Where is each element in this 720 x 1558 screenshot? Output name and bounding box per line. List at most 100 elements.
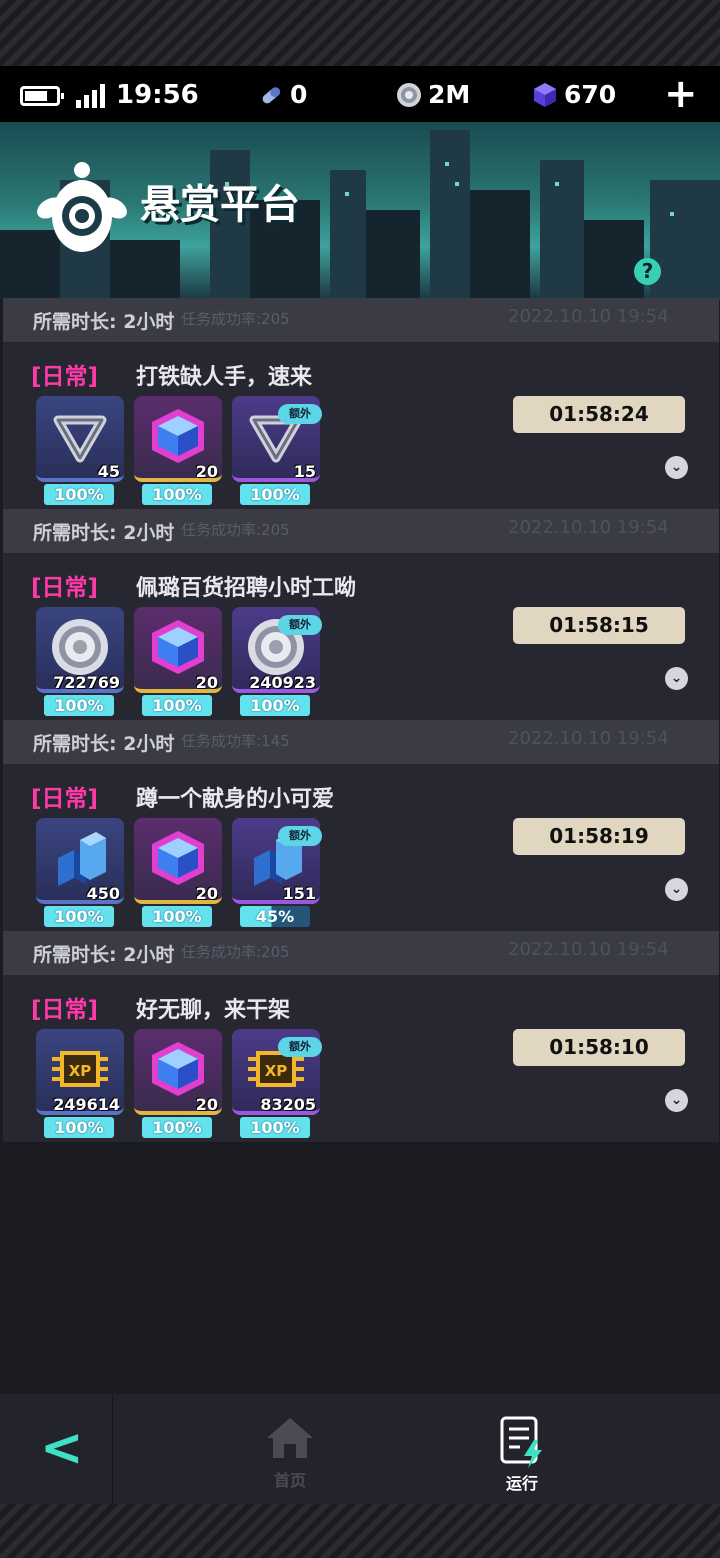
- extra-badge: 额外: [278, 615, 322, 635]
- reward-chance: 100%: [142, 695, 212, 716]
- reward-count: 151: [282, 884, 316, 903]
- nav-home-label: 首页: [273, 1471, 306, 1490]
- back-button[interactable]: <: [0, 1394, 113, 1504]
- task-duration: 所需时长: 2小时: [33, 521, 175, 544]
- chevron-down-icon[interactable]: ⌄: [665, 667, 688, 690]
- reward-count: 20: [195, 462, 218, 481]
- reward-item[interactable]: 15 额外 100%: [232, 396, 322, 506]
- reward-count: 240923: [249, 673, 316, 692]
- task-title: 好无聊，来干架: [136, 998, 291, 1023]
- status-bar: 19:56 0 2M 670 +: [0, 66, 720, 122]
- reward-count: 83205: [260, 1095, 316, 1114]
- reward-count: 450: [86, 884, 120, 903]
- reward-item[interactable]: XP 83205 额外 100%: [232, 1029, 322, 1139]
- reward-item[interactable]: 450 100%: [36, 818, 124, 928]
- resource-coin[interactable]: 2M: [396, 80, 470, 109]
- reward-item[interactable]: 722769 100%: [36, 607, 124, 717]
- mobius-ring-icon: [53, 415, 107, 463]
- extra-badge: 额外: [278, 1037, 322, 1057]
- run-document-icon: [500, 1416, 542, 1468]
- extra-badge: 额外: [278, 404, 322, 424]
- reward-chance: 100%: [44, 1117, 114, 1138]
- reward-chance: 100%: [240, 695, 310, 716]
- turtle-logo-icon: [37, 162, 127, 252]
- task-card[interactable]: [日常] 佩璐百货招聘小时工呦 722769 100% 20 100% 240923 额外 10…: [3, 553, 719, 720]
- task-card[interactable]: [日常] 打铁缺人手，速来 45 100% 20 100% 15 额外 100% 01:58:24…: [3, 342, 719, 509]
- help-button[interactable]: ?: [634, 258, 661, 285]
- task-tag: [日常]: [31, 575, 99, 601]
- task-card[interactable]: [日常] 蹲一个献身的小可爱 450 100% 20 100% 151 额外 45% 01:58:…: [3, 764, 719, 931]
- reward-item[interactable]: XP 249614 100%: [36, 1029, 124, 1139]
- coin-icon: [52, 619, 108, 675]
- reward-item[interactable]: 45 100%: [36, 396, 124, 506]
- chevron-down-icon[interactable]: ⌄: [665, 1089, 688, 1112]
- reward-chance: 45%: [240, 906, 310, 927]
- task-success-rate: 任务成功率:145: [181, 732, 290, 750]
- extra-badge: 额外: [278, 826, 322, 846]
- reward-count: 249614: [53, 1095, 120, 1114]
- reward-chance: 100%: [142, 1117, 212, 1138]
- task-date: 2022.10.10 19:54: [508, 939, 669, 960]
- reward-item[interactable]: 20 100%: [134, 607, 222, 717]
- reward-item[interactable]: 20 100%: [134, 1029, 222, 1139]
- nav-run[interactable]: 运行: [466, 1394, 578, 1504]
- svg-text:XP: XP: [265, 1062, 288, 1080]
- nav-run-label: 运行: [505, 1474, 538, 1493]
- gem-cube-icon: [534, 82, 556, 107]
- task-success-rate: 任务成功率:205: [181, 310, 290, 328]
- task-meta-row: 所需时长: 2小时 任务成功率:145 2022.10.10 19:54: [3, 720, 719, 764]
- task-list: 所需时长: 2小时 任务成功率:205 2022.10.10 19:54 [日常] 打铁…: [3, 298, 719, 1142]
- nav-home[interactable]: 首页: [232, 1394, 348, 1504]
- reward-chance: 100%: [240, 1117, 310, 1138]
- back-arrow-icon: <: [40, 1418, 84, 1478]
- reward-count: 722769: [53, 673, 120, 692]
- reward-chance: 100%: [142, 484, 212, 505]
- task-tag: [日常]: [31, 786, 99, 812]
- bottom-nav: < 首页 运行: [0, 1394, 720, 1504]
- reward-frame: 450: [36, 818, 124, 904]
- gem-cube-icon: [152, 831, 204, 885]
- reward-frame: 722769: [36, 607, 124, 693]
- task-duration: 所需时长: 2小时: [33, 943, 175, 966]
- coin-count: 2M: [428, 80, 471, 109]
- task-title: 打铁缺人手，速来: [136, 365, 313, 390]
- task-meta-row: 所需时长: 2小时 任务成功率:205 2022.10.10 19:54: [3, 509, 719, 553]
- reward-frame: 45: [36, 396, 124, 482]
- reward-chance: 100%: [240, 484, 310, 505]
- task-tag: [日常]: [31, 364, 99, 390]
- task-timer: 01:58:24: [513, 396, 685, 433]
- reward-frame: 20: [134, 607, 222, 693]
- reward-item[interactable]: 240923 额外 100%: [232, 607, 322, 717]
- xp-chip-icon: XP: [52, 1051, 108, 1087]
- add-currency-button[interactable]: +: [664, 74, 698, 114]
- task-timer: 01:58:15: [513, 607, 685, 644]
- reward-count: 20: [195, 1095, 218, 1114]
- blocks-icon: [58, 832, 106, 886]
- reward-count: 15: [293, 462, 316, 481]
- task-date: 2022.10.10 19:54: [508, 728, 669, 749]
- coin-icon: [397, 82, 421, 107]
- svg-text:XP: XP: [69, 1062, 92, 1080]
- top-hatch-bar: [0, 0, 720, 66]
- app-root: 19:56 0 2M 670 + 悬赏平台 ? 所需时长: 2小时 任务成功率:…: [0, 0, 720, 1558]
- reward-item[interactable]: 20 100%: [134, 818, 222, 928]
- reward-item[interactable]: 20 100%: [134, 396, 222, 506]
- chevron-down-icon[interactable]: ⌄: [665, 878, 688, 901]
- reward-chance: 100%: [142, 906, 212, 927]
- chevron-down-icon[interactable]: ⌄: [665, 456, 688, 479]
- task-timer: 01:58:19: [513, 818, 685, 855]
- home-icon: [267, 1418, 313, 1458]
- resource-gem[interactable]: 670: [532, 80, 616, 109]
- reward-count: 45: [97, 462, 120, 481]
- task-duration: 所需时长: 2小时: [33, 310, 175, 333]
- task-meta-row: 所需时长: 2小时 任务成功率:205 2022.10.10 19:54: [3, 298, 719, 342]
- reward-chance: 100%: [44, 484, 114, 505]
- header-banner: 悬赏平台 ?: [0, 122, 720, 300]
- gem-cube-icon: [152, 620, 204, 674]
- task-card[interactable]: [日常] 好无聊，来干架 XP 249614 100% 20 100% XP 83205 额外 10…: [3, 975, 719, 1142]
- task-date: 2022.10.10 19:54: [508, 306, 669, 327]
- reward-frame: 20: [134, 1029, 222, 1115]
- reward-item[interactable]: 151 额外 45%: [232, 818, 322, 928]
- resource-pill[interactable]: 0: [258, 80, 307, 109]
- battery-icon: [20, 86, 64, 106]
